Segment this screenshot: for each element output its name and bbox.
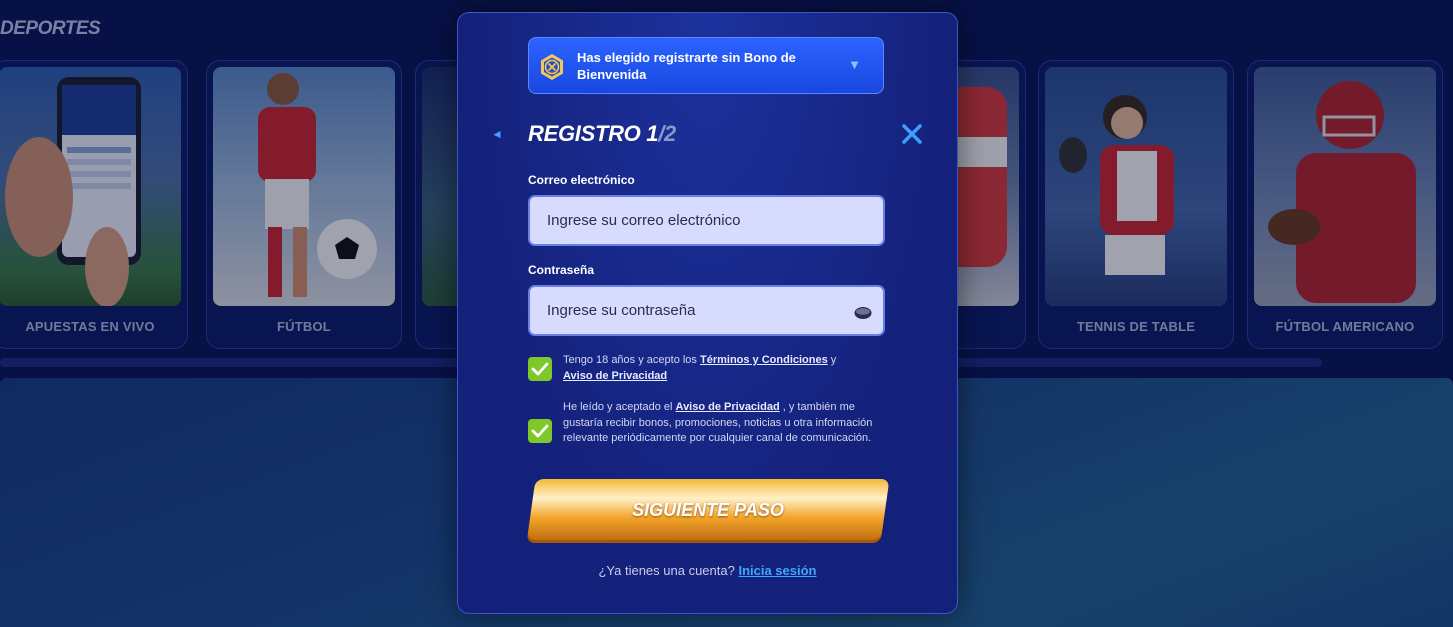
title-step: /2 xyxy=(658,121,676,146)
chevron-down-icon: ▼ xyxy=(848,57,861,72)
terms-text: Tengo 18 años y acepto los Términos y Co… xyxy=(563,354,837,382)
bonus-selector[interactable]: Has elegido registrarte sin Bono de Bien… xyxy=(528,37,884,94)
login-link[interactable]: Inicia sesión xyxy=(738,563,816,578)
next-step-button[interactable]: SIGUIENTE PASO xyxy=(526,479,890,543)
password-field[interactable] xyxy=(528,285,885,336)
terms-checkbox[interactable] xyxy=(528,357,552,381)
email-field[interactable] xyxy=(528,195,885,246)
privacy-link[interactable]: Aviso de Privacidad xyxy=(563,370,667,382)
marketing-text: He leído y aceptado el Aviso de Privacid… xyxy=(563,401,873,444)
registration-modal: Has elegido registrarte sin Bono de Bien… xyxy=(457,12,958,614)
close-icon[interactable] xyxy=(901,123,923,145)
eye-icon[interactable] xyxy=(854,306,872,320)
password-label: Contraseña xyxy=(528,263,595,277)
modal-title: REGISTRO 1/2 xyxy=(528,121,676,146)
login-prompt: ¿Ya tienes una cuenta? Inicia sesión xyxy=(598,563,817,578)
no-bonus-icon xyxy=(541,54,563,80)
privacy-link[interactable]: Aviso de Privacidad xyxy=(676,401,780,413)
email-label: Correo electrónico xyxy=(528,173,635,187)
check-icon xyxy=(531,424,549,438)
check-icon xyxy=(531,362,549,376)
bonus-selector-text: Has elegido registrarte sin Bono de Bien… xyxy=(577,50,796,82)
next-step-label: SIGUIENTE PASO xyxy=(632,500,784,520)
marketing-checkbox[interactable] xyxy=(528,419,552,443)
back-arrow-icon[interactable]: ◄ xyxy=(491,127,503,141)
terms-link[interactable]: Términos y Condiciones xyxy=(700,354,828,366)
